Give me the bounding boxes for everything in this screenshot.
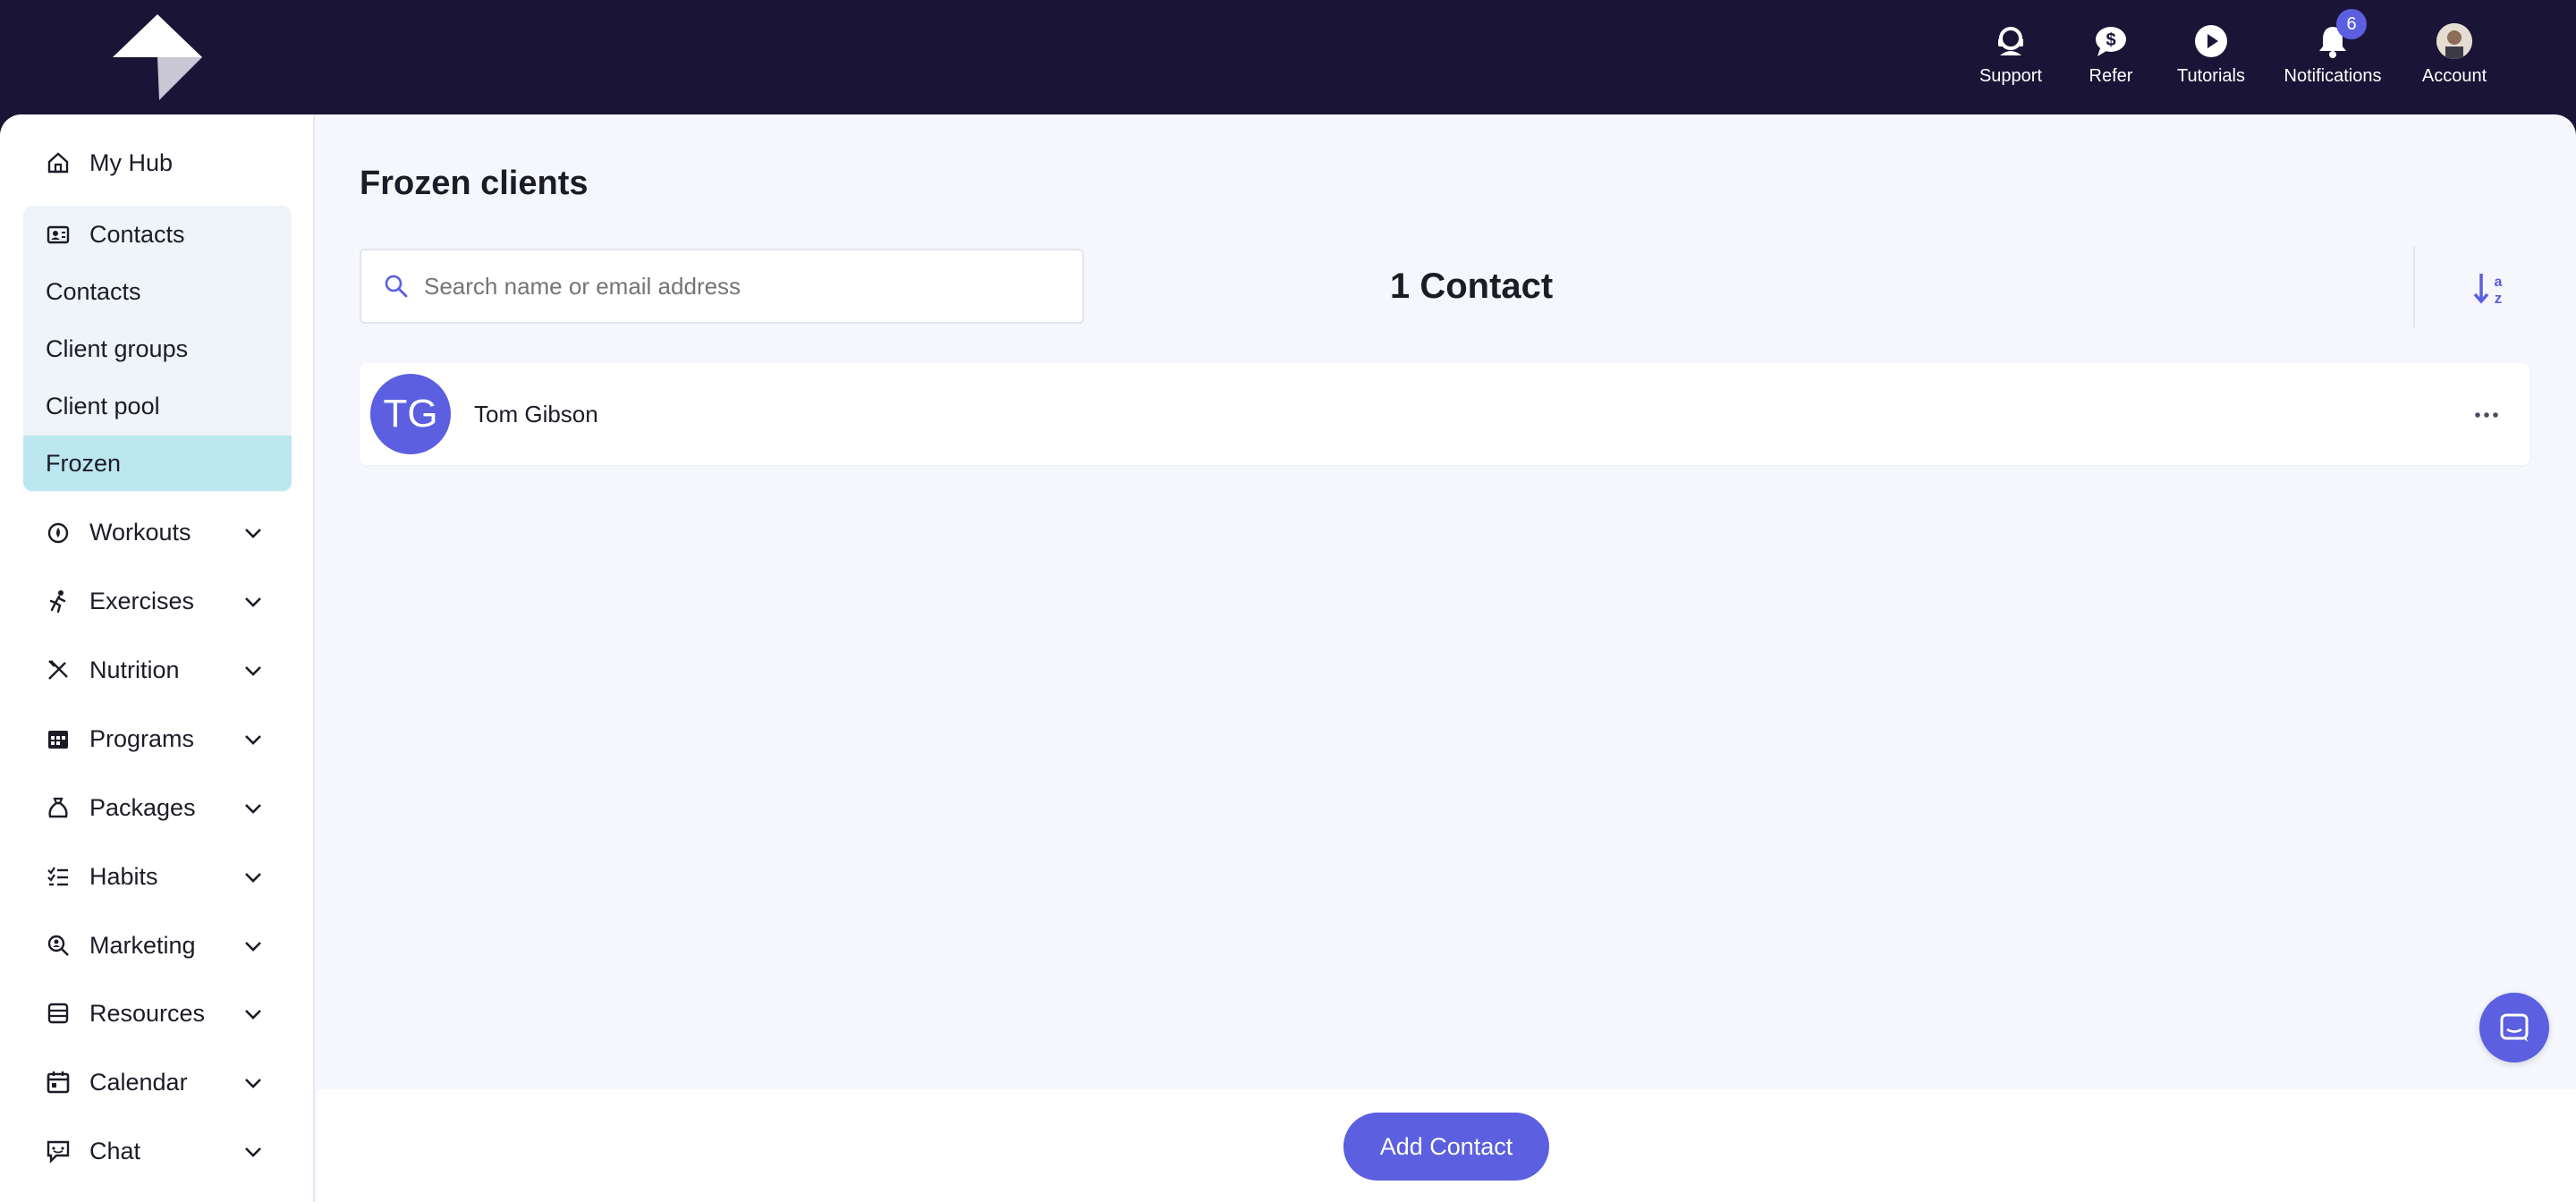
sidebar-subitem-frozen[interactable]: Frozen	[23, 436, 292, 491]
notification-badge: 6	[2336, 9, 2367, 39]
sidebar-item-label: Calendar	[89, 1068, 188, 1096]
contacts-icon	[45, 221, 72, 248]
svg-text:z: z	[2495, 290, 2503, 307]
sidebar-item-label: Habits	[89, 862, 158, 890]
sidebar-subitem-client-groups[interactable]: Client groups	[23, 321, 292, 377]
sidebar-subitem-label: Contacts	[46, 277, 141, 305]
search-box[interactable]	[360, 249, 1084, 324]
sidebar-item-my-hub[interactable]: My Hub	[23, 134, 292, 191]
logo[interactable]	[113, 14, 202, 100]
chevron-down-icon[interactable]	[242, 728, 265, 751]
sidebar-item-resources[interactable]: Resources	[23, 985, 292, 1042]
sidebar-item-chat[interactable]: Chat	[23, 1122, 292, 1180]
chevron-down-icon[interactable]	[242, 935, 265, 958]
sidebar-item-label: My Hub	[89, 148, 174, 176]
refer-button[interactable]: $ Refer	[2061, 21, 2161, 87]
calendar-icon	[45, 1069, 72, 1096]
main-content: Frozen clients 1 Contact a z TG Tom Gibs…	[317, 114, 2576, 1202]
search-icon	[385, 275, 408, 298]
sidebar-item-calendar[interactable]: Calendar	[23, 1054, 292, 1111]
sidebar-item-marketing[interactable]: Marketing	[23, 917, 292, 974]
avatar: TG	[370, 374, 451, 454]
contact-name[interactable]: Tom Gibson	[474, 401, 598, 428]
sidebar-subitem-label: Frozen	[46, 449, 122, 477]
search-input[interactable]	[424, 272, 1050, 300]
sidebar-item-label: Exercises	[89, 587, 195, 614]
chevron-down-icon[interactable]	[242, 1071, 265, 1095]
sidebar-item-label: Chat	[89, 1137, 141, 1164]
sidebar-subitem-client-pool[interactable]: Client pool	[23, 378, 292, 434]
top-nav: Support $ Refer Tutorials 6 Notification…	[1961, 9, 2504, 87]
sidebar-item-label: Workouts	[89, 518, 191, 546]
chevron-down-icon[interactable]	[242, 1003, 265, 1026]
exercises-icon	[45, 588, 72, 614]
sidebar-item-label: Programs	[89, 724, 195, 752]
sidebar-item-programs[interactable]: Programs	[23, 710, 292, 767]
account-avatar	[2435, 21, 2474, 61]
more-options-icon[interactable]	[2469, 397, 2504, 433]
contact-row[interactable]: TG Tom Gibson	[360, 363, 2529, 465]
sidebar-subitem-label: Client pool	[46, 392, 160, 419]
chat-icon	[45, 1138, 72, 1164]
play-icon	[2191, 21, 2231, 61]
tutorials-label: Tutorials	[2177, 66, 2245, 86]
sidebar-item-packages[interactable]: Packages	[23, 779, 292, 836]
home-icon	[45, 149, 72, 176]
top-bar: Support $ Refer Tutorials 6 Notification…	[0, 0, 2576, 114]
sidebar-item-workouts[interactable]: Workouts	[23, 504, 292, 561]
sidebar-item-label: Contacts	[89, 220, 185, 248]
sidebar: My Hub Contacts Contacts Client groups C…	[0, 114, 315, 1202]
nutrition-icon	[45, 656, 72, 683]
resources-icon	[45, 1000, 72, 1027]
tutorials-button[interactable]: Tutorials	[2161, 21, 2261, 87]
svg-text:$: $	[2106, 30, 2115, 50]
divider	[2413, 247, 2415, 327]
page-title: Frozen clients	[360, 165, 589, 202]
sidebar-subitem-contacts[interactable]: Contacts	[23, 264, 292, 319]
sidebar-item-label: Marketing	[89, 931, 196, 959]
notifications-button[interactable]: 6 Notifications	[2261, 9, 2404, 87]
search-person-icon	[45, 932, 72, 959]
refer-label: Refer	[2089, 66, 2133, 86]
support-label: Support	[1979, 66, 2043, 86]
chevron-down-icon[interactable]	[242, 1140, 265, 1164]
chevron-down-icon[interactable]	[242, 797, 265, 820]
contact-count: 1 Contact	[1390, 267, 1554, 306]
sort-az-icon[interactable]: a z	[2470, 268, 2510, 308]
calendar-grid-icon	[45, 725, 72, 752]
sidebar-item-nutrition[interactable]: Nutrition	[23, 641, 292, 698]
sidebar-item-habits[interactable]: Habits	[23, 848, 292, 905]
app-shell: My Hub Contacts Contacts Client groups C…	[0, 114, 2576, 1202]
chevron-down-icon[interactable]	[242, 659, 265, 682]
chevron-down-icon[interactable]	[242, 866, 265, 889]
chevron-down-icon[interactable]	[242, 521, 265, 545]
add-contact-button[interactable]: Add Contact	[1343, 1113, 1549, 1181]
support-button[interactable]: Support	[1961, 21, 2061, 87]
chat-bubble-icon	[2500, 1013, 2529, 1042]
svg-text:a: a	[2495, 275, 2503, 290]
account-label: Account	[2421, 66, 2487, 86]
bottom-action-bar: Add Contact	[317, 1089, 2576, 1202]
checklist-icon	[45, 863, 72, 890]
refer-dollar-icon: $	[2091, 21, 2131, 61]
support-icon	[1991, 21, 2030, 61]
support-chat-button[interactable]	[2479, 993, 2549, 1062]
sidebar-item-exercises[interactable]: Exercises	[23, 572, 292, 630]
workouts-icon	[45, 519, 72, 546]
sidebar-subitem-label: Client groups	[46, 334, 189, 362]
sidebar-item-label: Nutrition	[89, 656, 180, 683]
account-button[interactable]: Account	[2404, 21, 2504, 87]
money-bag-icon	[45, 794, 72, 821]
chevron-down-icon[interactable]	[242, 590, 265, 614]
notifications-label: Notifications	[2284, 66, 2382, 86]
sidebar-item-contacts[interactable]: Contacts	[23, 206, 292, 263]
sidebar-item-label: Packages	[89, 793, 196, 821]
sidebar-item-label: Resources	[89, 999, 206, 1027]
